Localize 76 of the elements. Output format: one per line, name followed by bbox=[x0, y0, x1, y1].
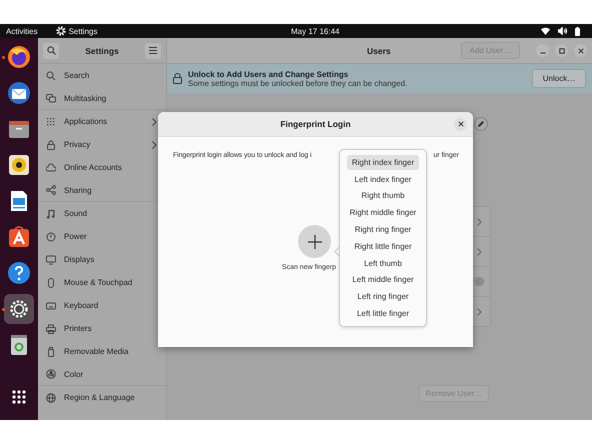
keyboard-icon bbox=[46, 300, 56, 310]
sidebar-item[interactable]: Online Accounts bbox=[38, 156, 166, 179]
pencil-icon bbox=[477, 120, 485, 128]
mouse-icon bbox=[46, 278, 56, 288]
chevron-icon bbox=[152, 140, 157, 148]
menu-item[interactable]: Left index finger bbox=[350, 171, 416, 188]
windows-icon bbox=[46, 93, 56, 103]
sidebar-item[interactable]: Privacy bbox=[38, 133, 166, 156]
plus-icon bbox=[308, 234, 322, 248]
menu-item[interactable]: Left thumb bbox=[359, 255, 407, 272]
clock-button[interactable]: May 17 16:44 bbox=[291, 24, 340, 38]
speaker-icon[interactable] bbox=[558, 27, 567, 35]
sidebar-item[interactable]: Displays bbox=[38, 248, 166, 271]
sidebar-item[interactable]: Power bbox=[38, 225, 166, 248]
color-icon bbox=[46, 369, 56, 379]
sidebar-item[interactable]: Mouse & Touchpad bbox=[38, 271, 166, 294]
close-button[interactable] bbox=[574, 44, 587, 57]
sidebar-item[interactable]: Color bbox=[38, 363, 166, 386]
chevron-icon[interactable] bbox=[477, 308, 482, 316]
dialog-title: Fingerprint Login bbox=[280, 119, 351, 129]
chevron-icon bbox=[152, 118, 157, 126]
window-title: Users bbox=[367, 46, 391, 56]
menu-item[interactable]: Right middle finger bbox=[344, 204, 422, 221]
sidebar-item[interactable]: Sound bbox=[38, 202, 166, 225]
close-icon bbox=[578, 48, 584, 54]
printer-icon bbox=[46, 324, 56, 334]
gear-icon bbox=[56, 26, 66, 36]
unlock-button[interactable]: Unlock… bbox=[532, 69, 586, 88]
note-icon bbox=[46, 208, 56, 218]
menu-icon bbox=[149, 47, 157, 54]
lock-icon bbox=[173, 73, 182, 84]
banner-title: Unlock to Add Users and Change Settings bbox=[188, 70, 350, 78]
sidebar-item[interactable]: Multitasking bbox=[38, 87, 166, 110]
menu-item[interactable]: Right thumb bbox=[356, 188, 410, 204]
chevron-icon[interactable] bbox=[477, 218, 482, 226]
maximize-button[interactable] bbox=[555, 44, 568, 57]
banner-subtitle: Some settings must be unlocked before they can be changed. bbox=[188, 78, 408, 88]
sidebar-item[interactable]: Keyboard bbox=[38, 294, 166, 317]
usb-icon bbox=[46, 346, 56, 356]
sidebar-item[interactable]: Printers bbox=[38, 317, 166, 340]
sidebar-title: Settings bbox=[84, 46, 120, 56]
sidebar-item[interactable]: Search bbox=[38, 64, 166, 87]
close-button[interactable] bbox=[454, 118, 467, 130]
display-icon bbox=[46, 254, 56, 264]
globe-icon bbox=[46, 392, 56, 402]
edit-avatar-button[interactable] bbox=[474, 117, 488, 131]
wifi-icon[interactable] bbox=[541, 27, 550, 35]
menu-item[interactable]: Left middle finger bbox=[347, 272, 419, 288]
add-fingerprint-button[interactable] bbox=[298, 225, 331, 258]
search-icon bbox=[46, 46, 56, 55]
menu-item[interactable]: Left little finger bbox=[352, 306, 414, 322]
menu-item[interactable]: Right ring finger bbox=[350, 222, 416, 238]
running-indicator bbox=[2, 308, 5, 311]
grid-icon bbox=[46, 116, 56, 126]
sidebar-item[interactable]: Removable Media bbox=[38, 340, 166, 363]
cloud-icon bbox=[46, 162, 56, 172]
search-button[interactable] bbox=[43, 42, 59, 58]
menu-button[interactable] bbox=[145, 42, 161, 58]
battery-icon[interactable] bbox=[575, 26, 580, 36]
power-icon bbox=[46, 232, 56, 242]
activities-button[interactable]: Activities bbox=[6, 24, 38, 38]
share-icon bbox=[46, 185, 56, 195]
maximize-icon bbox=[558, 48, 564, 54]
app-menu-button[interactable]: Settings bbox=[56, 24, 98, 38]
chevron-icon[interactable] bbox=[477, 248, 482, 256]
lock-icon bbox=[46, 140, 56, 150]
running-indicator bbox=[2, 56, 5, 59]
sidebar-item[interactable]: Applications bbox=[38, 110, 166, 133]
sidebar-item[interactable]: Region & Language bbox=[38, 386, 166, 409]
settings-app-icon[interactable] bbox=[4, 294, 34, 324]
minimize-button[interactable] bbox=[536, 44, 549, 57]
menu-item[interactable]: Right little finger bbox=[349, 238, 417, 254]
search-icon bbox=[46, 70, 56, 80]
menu-item[interactable]: Left ring finger bbox=[352, 288, 414, 305]
menu-item[interactable]: Right index finger bbox=[346, 154, 420, 170]
close-icon bbox=[458, 121, 464, 127]
